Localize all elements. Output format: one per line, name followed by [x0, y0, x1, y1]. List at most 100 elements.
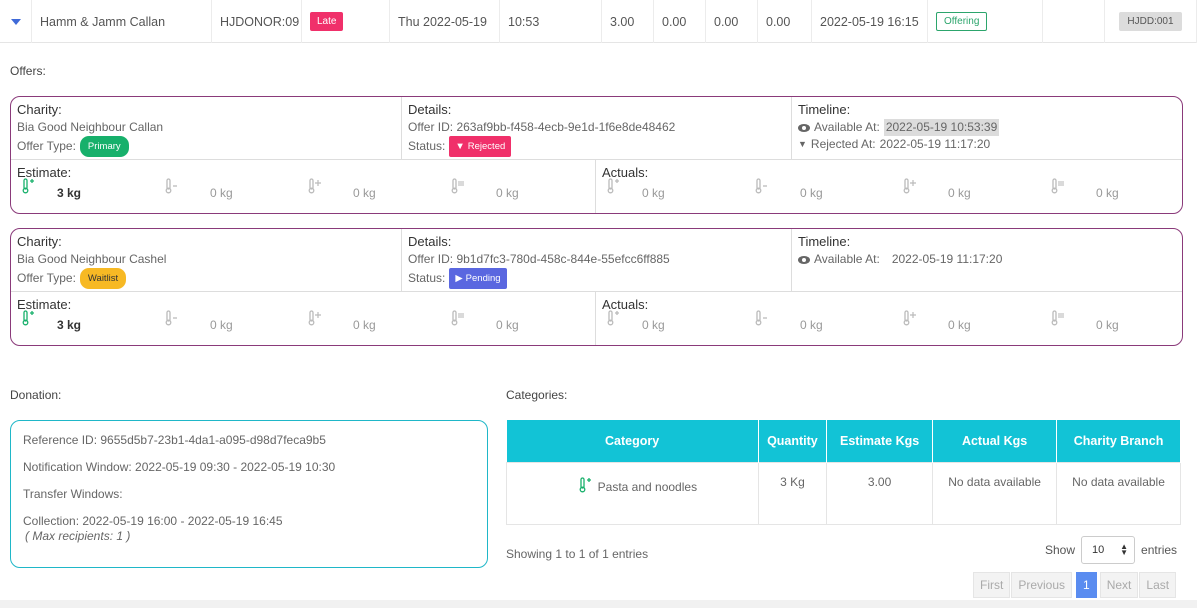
eye-icon: [798, 255, 810, 264]
max-recipients: ( Max recipients: 1 ): [25, 529, 131, 543]
reference-id: Reference ID: 9655d5b7-23b1-4da1-a095-d9…: [23, 433, 326, 447]
thermometer-bars-icon: [451, 310, 464, 326]
actual-value: 0 kg: [642, 186, 665, 200]
available-at: 2022-05-19 11:17:20: [891, 252, 1003, 266]
details-header: Details:: [408, 102, 452, 117]
eye-icon: [798, 123, 810, 132]
estimate-value: 3 kg: [57, 318, 82, 332]
actual-value: 0 kg: [1096, 318, 1119, 332]
thermometer-plus-icon: [607, 178, 619, 194]
estimate-value: 0 kg: [210, 318, 233, 332]
estimate-header: Estimate:: [17, 297, 72, 312]
rejected-at: 2022-05-19 11:17:20: [879, 137, 991, 151]
previous-page-button[interactable]: Previous: [1011, 572, 1073, 598]
thermometer-plus-icon: [607, 310, 619, 326]
actuals-header: Actuals:: [602, 297, 649, 312]
sort-arrows-icon: ▲ ▼: [1120, 542, 1129, 557]
actual-value: 0 kg: [800, 318, 823, 332]
show-label: Show: [1045, 543, 1076, 557]
value-3: 0.00: [706, 0, 758, 43]
collection-window: Collection: 2022-05-19 16:00 - 2022-05-1…: [23, 514, 283, 528]
offer-type-label: Offer Type:: [17, 139, 76, 153]
created-at: 2022-05-19 16:15: [812, 0, 928, 43]
status-badge: Offering: [936, 12, 988, 31]
showing-entries: Showing 1 to 1 of 1 entries: [506, 547, 649, 561]
col-actual-kgs[interactable]: Actual Kgs: [932, 420, 1058, 462]
categories-label: Categories:: [506, 388, 568, 402]
thumbs-down-icon: ▼: [455, 141, 465, 152]
chevron-down-icon[interactable]: [10, 18, 21, 25]
charity-header: Charity:: [17, 234, 62, 249]
donation-summary-row[interactable]: Hamm & Jamm Callan HJDONOR:09 Late Thu 2…: [0, 0, 1197, 43]
quantity-cell: 3 Kg: [757, 461, 828, 525]
available-label: Available At:: [814, 120, 880, 134]
categories-table: Category Quantity Estimate Kgs Actual Kg…: [506, 420, 1181, 525]
rejected-label: Rejected At:: [810, 137, 876, 151]
actuals-header: Actuals:: [602, 165, 649, 180]
thermometer-snow-icon: [903, 310, 916, 326]
value-2: 0.00: [654, 0, 706, 43]
pagination: First Previous 1 Next Last: [973, 572, 1177, 598]
page-size-value: 10: [1092, 544, 1105, 556]
timeline-header: Timeline:: [798, 234, 851, 249]
value-1: 3.00: [602, 0, 654, 43]
first-page-button[interactable]: First: [973, 572, 1011, 598]
col-estimate-kgs[interactable]: Estimate Kgs: [826, 420, 934, 462]
actual-value: 0 kg: [800, 186, 823, 200]
charity-name: Bia Good Neighbour Callan: [17, 120, 164, 134]
thermometer-minus-icon: [755, 310, 767, 326]
donor-name: Hamm & Jamm Callan: [32, 0, 212, 43]
estimate-value: 0 kg: [496, 318, 519, 332]
page-length-control: Show 10 ▲ ▼ entries: [1045, 536, 1177, 564]
offer-type-badge: Waitlist: [79, 268, 127, 289]
transfer-windows: Transfer Windows:: [23, 487, 123, 501]
thermometer-minus-icon: [165, 310, 177, 326]
entries-label: entries: [1141, 543, 1178, 557]
thermometer-minus-icon: [165, 178, 177, 194]
category-cell: Pasta and noodles: [506, 461, 759, 525]
status-label: Status:: [408, 271, 446, 285]
available-label: Available At:: [814, 252, 880, 266]
actual-value: 0 kg: [1096, 186, 1119, 200]
branch-cell: No data available: [1056, 461, 1181, 525]
timeline-header: Timeline:: [798, 102, 851, 117]
thermometer-bars-icon: [1051, 310, 1064, 326]
page-size-select[interactable]: 10 ▲ ▼: [1081, 536, 1136, 564]
col-category[interactable]: Category: [506, 420, 759, 462]
thermometer-bars-icon: [1051, 178, 1064, 194]
thermometer-plus-icon: [22, 178, 34, 194]
charity-header: Charity:: [17, 102, 62, 117]
thermometer-snow-icon: [308, 310, 321, 326]
status-text: Rejected: [467, 141, 506, 152]
notification-window: Notification Window: 2022-05-19 09:30 - …: [23, 460, 336, 474]
actual-value: 0 kg: [642, 318, 665, 332]
estimate-value: 0 kg: [210, 186, 233, 200]
thermometer-snow-icon: [308, 178, 321, 194]
estimate-header: Estimate:: [17, 165, 72, 180]
estimate-cell: 3.00: [826, 461, 934, 525]
expand-toggle[interactable]: [0, 0, 32, 43]
offer-card: Charity: Bia Good Neighbour Callan Offer…: [10, 96, 1183, 214]
offer-type-badge: Primary: [79, 136, 129, 157]
page-bottom-edge: [0, 600, 1197, 608]
empty-cell: [1043, 0, 1105, 43]
thermometer-plus-icon: [22, 310, 34, 326]
charity-name: Bia Good Neighbour Cashel: [17, 252, 167, 266]
offer-card: Charity: Bia Good Neighbour Cashel Offer…: [10, 228, 1183, 346]
col-charity-branch[interactable]: Charity Branch: [1056, 420, 1181, 462]
details-header: Details:: [408, 234, 452, 249]
estimate-value: 3 kg: [57, 186, 82, 200]
offer-id: Offer ID: 9b1d7fc3-780d-458c-844e-55efcc…: [408, 252, 670, 266]
actual-cell: No data available: [932, 461, 1058, 525]
next-page-button[interactable]: Next: [1099, 572, 1139, 598]
last-page-button[interactable]: Last: [1139, 572, 1177, 598]
col-quantity[interactable]: Quantity: [758, 420, 828, 462]
donor-code: HJDONOR:09: [212, 0, 302, 43]
thermometer-minus-icon: [755, 178, 767, 194]
page-1-button[interactable]: 1: [1076, 572, 1097, 598]
available-at: 2022-05-19 10:53:39: [883, 119, 1000, 136]
offer-type-label: Offer Type:: [17, 271, 76, 285]
estimate-value: 0 kg: [496, 186, 519, 200]
status-text: Pending: [465, 273, 501, 284]
play-icon: ▶: [455, 273, 463, 284]
